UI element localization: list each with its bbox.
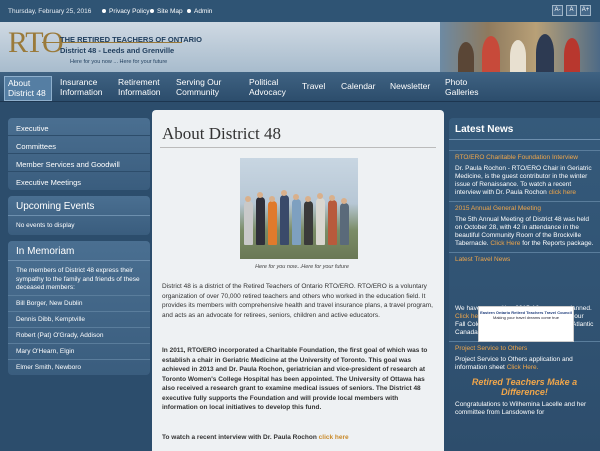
interview-text: To watch a recent interview with Dr. Pau…: [162, 434, 317, 441]
memoriam-name: Dennis Dibb, Kemptville: [8, 310, 150, 327]
news-item-title[interactable]: Latest Travel News: [449, 252, 600, 265]
travel-council-promo[interactable]: Eastern Ontario Retired Teachers Travel …: [478, 306, 574, 342]
latest-news-sidebar: Latest News RTO/ERO Charitable Foundatio…: [449, 118, 600, 451]
photo-caption: Here for you now...Here for your future: [255, 264, 349, 270]
font-increase-button[interactable]: A+: [580, 5, 591, 16]
page-title: About District 48: [162, 124, 281, 143]
upcoming-events-panel: Upcoming Events No events to display: [8, 196, 150, 235]
sidebar-item-member-services[interactable]: Member Services and Goodwill: [8, 154, 150, 172]
privacy-policy-link[interactable]: Privacy Policy: [102, 8, 149, 15]
bullet-icon: [102, 9, 106, 14]
left-sidebar: Executive Committees Member Services and…: [8, 118, 150, 381]
top-bar: Thursday, February 25, 2016 Privacy Poli…: [0, 0, 600, 22]
news-item-title[interactable]: RTO/ERO Charitable Foundation Interview: [449, 150, 600, 163]
memoriam-name: Elmer Smith, Newboro: [8, 358, 150, 375]
news-item-body: The 5th Annual Meeting of District 48 wa…: [449, 214, 600, 252]
promo-subtitle: Making your travel dreams come true: [492, 315, 560, 320]
tagline: Here for you now ... Here for your futur…: [70, 59, 168, 65]
bullet-icon: [150, 9, 154, 14]
privacy-policy-label[interactable]: Privacy Policy: [109, 8, 149, 15]
group-photo: [240, 158, 358, 259]
news-item-title[interactable]: Project Service to Others: [449, 341, 600, 354]
nav-newsletter[interactable]: Newsletter: [390, 81, 430, 92]
news-item-link[interactable]: Click Here.: [507, 364, 539, 371]
news-item-link[interactable]: Click Here: [490, 240, 520, 247]
nav-insurance[interactable]: Insurance Information: [60, 77, 106, 97]
site-map-link[interactable]: Site Map: [150, 8, 183, 15]
main-nav: About District 48 Insurance Information …: [0, 72, 600, 102]
site-banner: RTO THE RETIRED TEACHERS OF ONTARIO Dist…: [0, 22, 600, 72]
interview-link[interactable]: click here: [319, 434, 349, 441]
news-item-body: Dr. Paula Rochon - RTO/ERO Chair in Geri…: [449, 163, 600, 201]
news-item-title[interactable]: 2015 Annual General Meeting: [449, 201, 600, 214]
admin-link[interactable]: Admin: [187, 8, 212, 15]
nav-retirement[interactable]: Retirement Information: [118, 77, 168, 97]
font-decrease-button[interactable]: A-: [552, 5, 563, 16]
upcoming-events-heading: Upcoming Events: [8, 196, 150, 216]
intro-paragraph: District 48 is a district of the Retired…: [162, 283, 433, 319]
foundation-paragraph: In 2011, RTO/ERO incorporated a Charitab…: [162, 347, 428, 411]
memoriam-name: Robert (Pat) O'Grady, Addison: [8, 326, 150, 343]
nav-serving[interactable]: Serving Our Community: [176, 77, 236, 97]
rto-logo[interactable]: RTO: [8, 26, 64, 60]
retired-teachers-banner: Retired Teachers Make a Difference!: [471, 377, 578, 397]
news-item-body: Project Service to Others application an…: [449, 354, 600, 376]
banner-photo: [440, 22, 600, 72]
nav-travel[interactable]: Travel: [302, 81, 325, 92]
in-memoriam-heading: In Memoriam: [8, 241, 150, 261]
nav-political[interactable]: Political Advocacy: [249, 77, 291, 97]
memoriam-name: Mary O'Hearn, Elgin: [8, 342, 150, 359]
sidebar-item-executive[interactable]: Executive: [8, 118, 150, 136]
news-item-body: Congratulations to Wilhemina Lacelle and…: [455, 401, 587, 416]
sidebar-menu: Executive Committees Member Services and…: [8, 118, 150, 190]
upcoming-events-body: No events to display: [16, 222, 75, 229]
news-item-link[interactable]: click here: [549, 189, 576, 196]
in-memoriam-panel: In Memoriam The members of District 48 e…: [8, 241, 150, 375]
memoriam-name: Bill Borger, New Dublin: [8, 294, 150, 311]
sidebar-item-executive-meetings[interactable]: Executive Meetings: [8, 172, 150, 190]
bullet-icon: [187, 9, 191, 14]
admin-label[interactable]: Admin: [194, 8, 212, 15]
font-normal-button[interactable]: A: [566, 5, 577, 16]
title-divider: [160, 147, 436, 148]
nav-photo-galleries[interactable]: Photo Galleries: [445, 77, 483, 97]
nav-calendar[interactable]: Calendar: [341, 81, 376, 92]
site-map-label[interactable]: Site Map: [157, 8, 183, 15]
nav-about[interactable]: About District 48: [4, 76, 52, 101]
sidebar-item-committees[interactable]: Committees: [8, 136, 150, 154]
main-content: About District 48 Here for you now...Her…: [152, 110, 444, 451]
latest-news-heading: Latest News: [449, 118, 600, 140]
nav-about-label[interactable]: About District 48: [8, 78, 48, 98]
district-name: District 48 - Leeds and Grenville: [60, 46, 175, 55]
current-date: Thursday, February 25, 2016: [8, 8, 92, 15]
in-memoriam-intro: The members of District 48 express their…: [16, 267, 140, 291]
interview-paragraph: To watch a recent interview with Dr. Pau…: [162, 433, 434, 443]
org-name: THE RETIRED TEACHERS OF ONTARIO: [60, 35, 202, 44]
news-item-text: for the Reports package.: [522, 240, 594, 247]
